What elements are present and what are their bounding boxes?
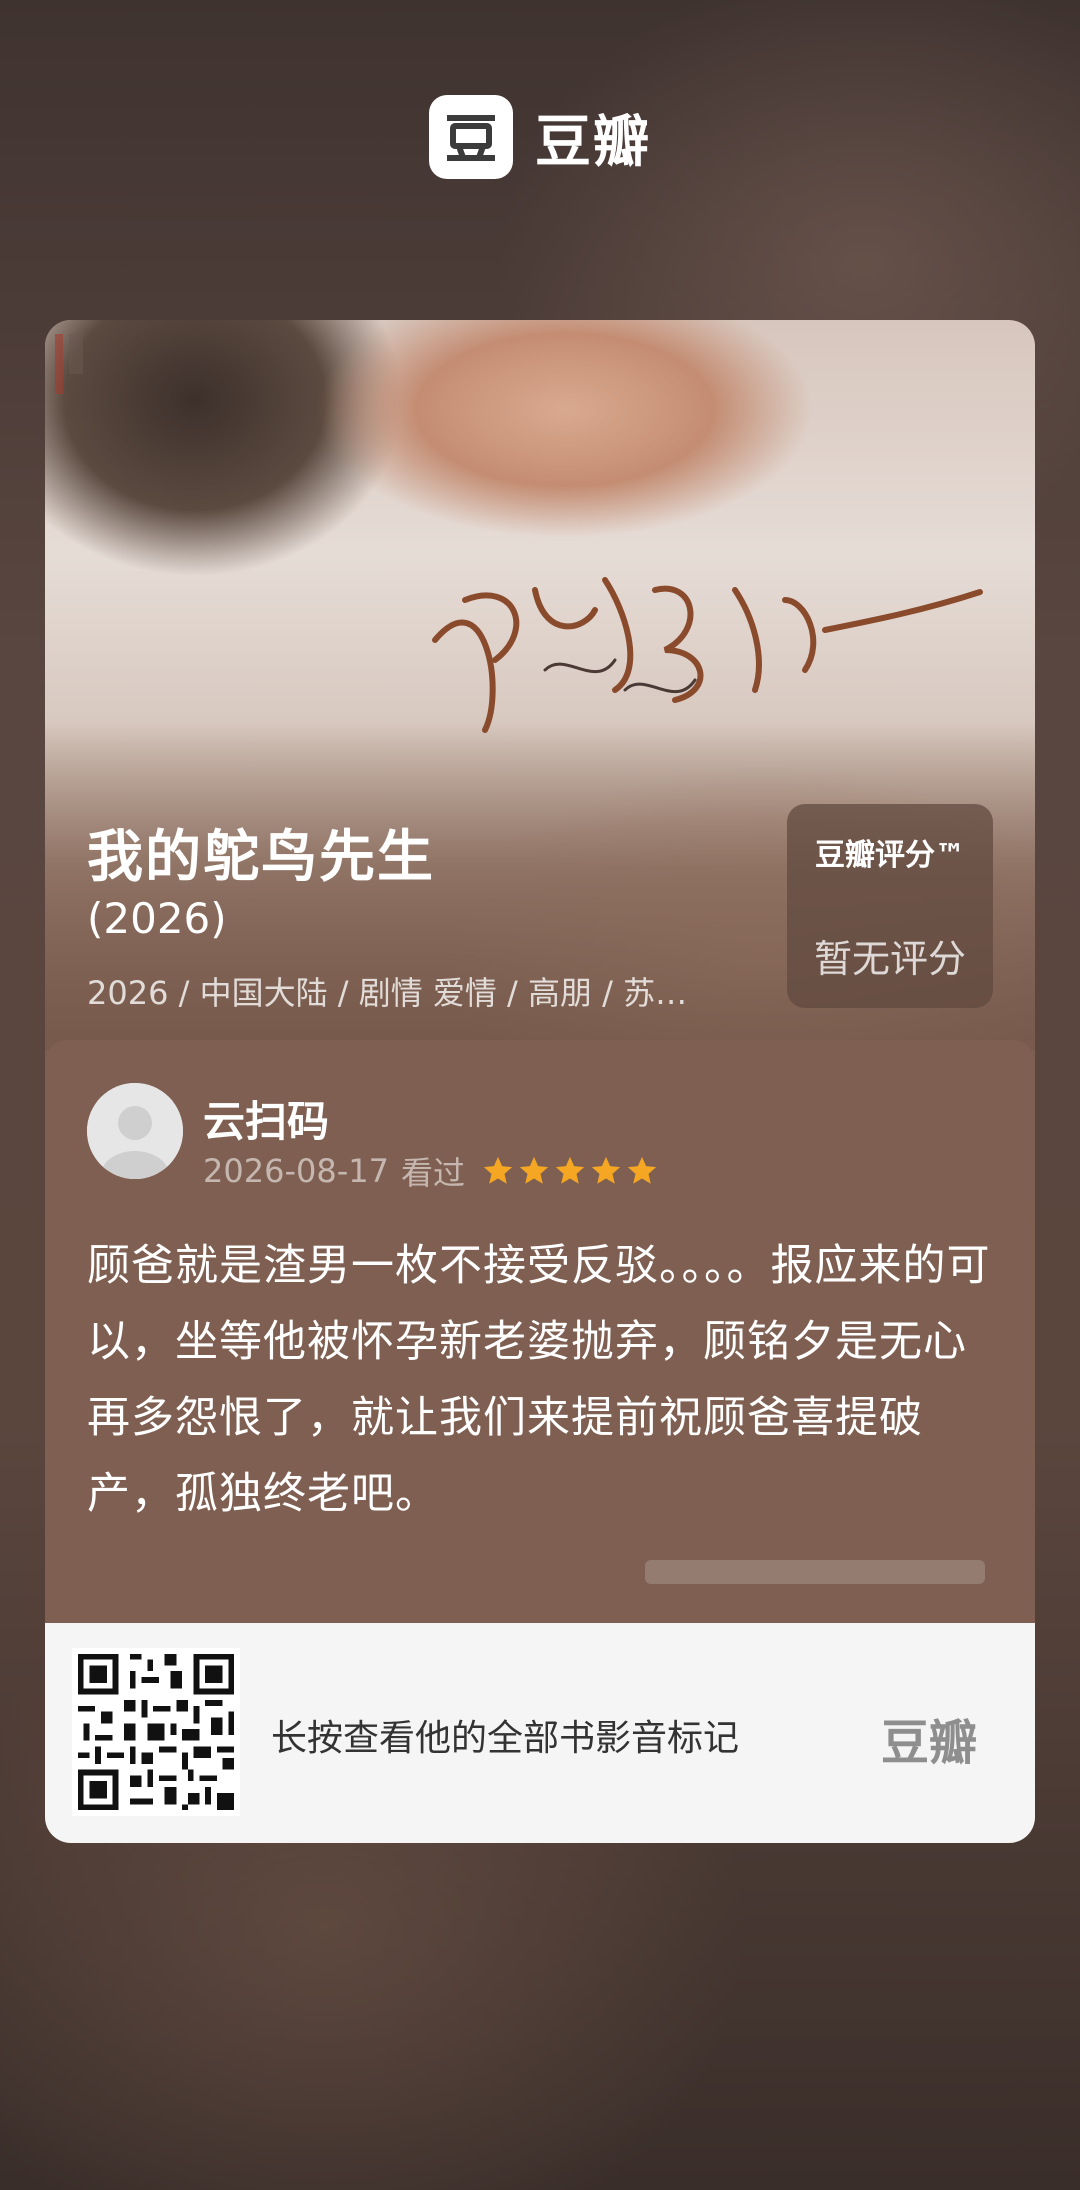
star-icon bbox=[555, 1156, 585, 1184]
poster-credit-decoration bbox=[55, 334, 83, 394]
movie-title: 我的鸵鸟先生 bbox=[87, 825, 435, 890]
rating-label: 豆瓣评分™ bbox=[815, 838, 965, 873]
review-date: 2026-08-17 bbox=[203, 1152, 389, 1190]
qr-pattern bbox=[72, 1648, 240, 1816]
rating-value: 暂无评分 bbox=[813, 937, 966, 981]
star-rating bbox=[481, 1154, 659, 1188]
watermark-decoration bbox=[645, 1560, 985, 1584]
movie-year: (2026) bbox=[87, 894, 227, 943]
view-all-marks-prompt: 长按查看他的全部书影音标记 bbox=[271, 1718, 740, 1759]
star-icon bbox=[591, 1156, 621, 1184]
star-icon bbox=[483, 1156, 513, 1184]
douban-wordmark: 豆瓣 bbox=[881, 1715, 978, 1771]
brand-name: 豆瓣 bbox=[535, 109, 651, 175]
app-brand-header: 豆瓣 bbox=[0, 92, 1080, 182]
avatar[interactable] bbox=[87, 1083, 183, 1179]
movie-poster: 我的鸵鸟先生 (2026) 2026 / 中国大陆 / 剧情 爱情 / 高朋 /… bbox=[45, 320, 1035, 1050]
reviewer-name[interactable]: 云扫码 bbox=[203, 1088, 329, 1149]
review-text: 顾爸就是渣男一枚不接受反驳。。。。报应来的可以，坐等他被怀孕新老婆抛弃，顾铭夕是… bbox=[87, 1241, 991, 1519]
default-avatar-icon bbox=[87, 1083, 183, 1179]
qr-code-icon[interactable] bbox=[72, 1648, 240, 1816]
movie-title-calligraphy-icon bbox=[432, 577, 983, 733]
review-info: 2026-08-17 看过 bbox=[203, 1148, 659, 1194]
star-icon bbox=[627, 1156, 657, 1184]
star-icon bbox=[519, 1156, 549, 1184]
douban-rating-box: 豆瓣评分™ 暂无评分 bbox=[787, 804, 993, 1008]
watch-status: 看过 bbox=[400, 1154, 465, 1192]
douban-logo-icon bbox=[429, 95, 513, 179]
review-section: 云扫码 2026-08-17 看过 顾爸就是渣男一枚不接受反驳。。。。报应来的可… bbox=[45, 1040, 1035, 1623]
review-share-card[interactable]: 我的鸵鸟先生 (2026) 2026 / 中国大陆 / 剧情 爱情 / 高朋 /… bbox=[45, 320, 1035, 1843]
share-footer[interactable]: 长按查看他的全部书影音标记 豆瓣 bbox=[45, 1623, 1035, 1843]
movie-meta: 2026 / 中国大陆 / 剧情 爱情 / 高朋 / 苏… bbox=[87, 974, 688, 1012]
